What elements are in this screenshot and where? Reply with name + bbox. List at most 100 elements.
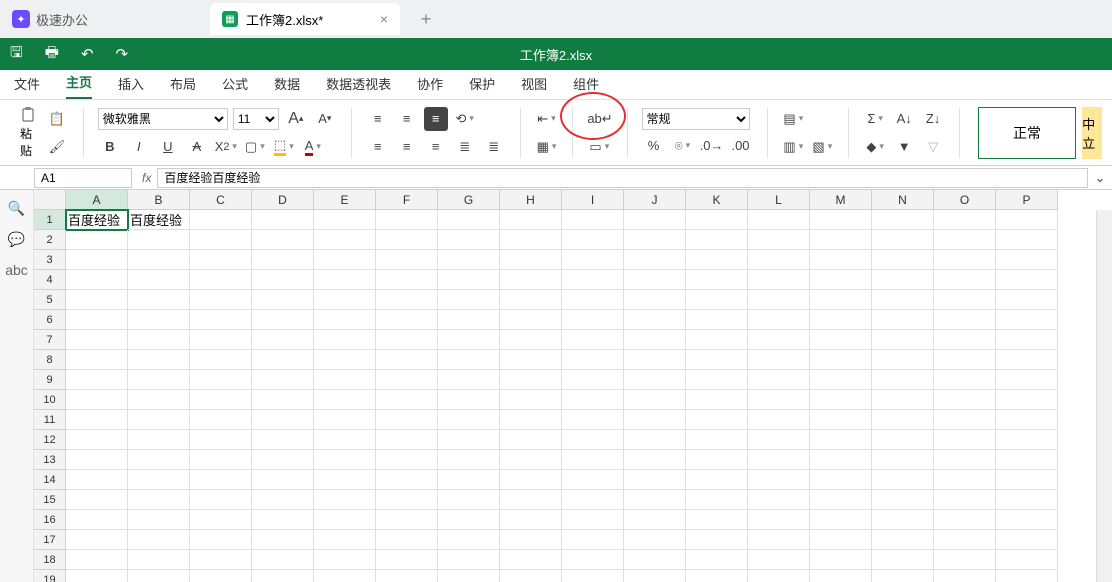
cell-C14[interactable]	[190, 470, 252, 490]
cell-O10[interactable]	[934, 390, 996, 410]
cell-O9[interactable]	[934, 370, 996, 390]
cell-G15[interactable]	[438, 490, 500, 510]
menu-数据[interactable]: 数据	[274, 74, 300, 99]
undo-icon[interactable]: ↶	[81, 45, 94, 63]
col-header-F[interactable]: F	[376, 190, 438, 210]
menu-公式[interactable]: 公式	[222, 74, 248, 99]
cell-I1[interactable]	[562, 210, 624, 230]
menu-组件[interactable]: 组件	[573, 74, 599, 99]
align-middle-icon[interactable]: ≡	[395, 107, 419, 131]
cell-N18[interactable]	[872, 550, 934, 570]
cell-I9[interactable]	[562, 370, 624, 390]
cell-J2[interactable]	[624, 230, 686, 250]
cell-B5[interactable]	[128, 290, 190, 310]
cell-B12[interactable]	[128, 430, 190, 450]
cell-E17[interactable]	[314, 530, 376, 550]
cell-G3[interactable]	[438, 250, 500, 270]
wrap-text-icon[interactable]: ab↵	[587, 107, 612, 131]
decrease-decimal-icon[interactable]: .00	[729, 134, 753, 158]
cell-O14[interactable]	[934, 470, 996, 490]
cell-K19[interactable]	[686, 570, 748, 582]
cell-B11[interactable]	[128, 410, 190, 430]
cell-L16[interactable]	[748, 510, 810, 530]
cell-D1[interactable]	[252, 210, 314, 230]
cell-C15[interactable]	[190, 490, 252, 510]
format-painter-icon[interactable]: 🖌	[45, 135, 69, 159]
cell-D3[interactable]	[252, 250, 314, 270]
cell-C1[interactable]	[190, 210, 252, 230]
italic-button[interactable]: I	[127, 135, 151, 159]
cell-J1[interactable]	[624, 210, 686, 230]
formula-expand-icon[interactable]: ⌄	[1088, 166, 1112, 190]
cell-P18[interactable]	[996, 550, 1058, 570]
increase-font-icon[interactable]: A▴	[284, 107, 308, 131]
cell-O18[interactable]	[934, 550, 996, 570]
cell-C17[interactable]	[190, 530, 252, 550]
cell-K2[interactable]	[686, 230, 748, 250]
cell-J16[interactable]	[624, 510, 686, 530]
cell-N8[interactable]	[872, 350, 934, 370]
cell-I6[interactable]	[562, 310, 624, 330]
orientation-icon[interactable]: ⟲	[453, 107, 477, 131]
cell-J14[interactable]	[624, 470, 686, 490]
cell-M5[interactable]	[810, 290, 872, 310]
cell-E10[interactable]	[314, 390, 376, 410]
row-header-17[interactable]: 17	[34, 530, 66, 550]
cell-P9[interactable]	[996, 370, 1058, 390]
cell-M3[interactable]	[810, 250, 872, 270]
font-color-button[interactable]: A	[301, 135, 325, 159]
cell-I2[interactable]	[562, 230, 624, 250]
cell-E12[interactable]	[314, 430, 376, 450]
cell-L11[interactable]	[748, 410, 810, 430]
cell-C2[interactable]	[190, 230, 252, 250]
cell-D10[interactable]	[252, 390, 314, 410]
cell-I19[interactable]	[562, 570, 624, 582]
cell-F9[interactable]	[376, 370, 438, 390]
vertical-scrollbar[interactable]	[1096, 210, 1112, 582]
cell-N19[interactable]	[872, 570, 934, 582]
cell-A14[interactable]	[66, 470, 128, 490]
cell-G19[interactable]	[438, 570, 500, 582]
font-size-select[interactable]: 11	[233, 108, 279, 130]
cell-H16[interactable]	[500, 510, 562, 530]
cell-F10[interactable]	[376, 390, 438, 410]
col-header-K[interactable]: K	[686, 190, 748, 210]
cell-M2[interactable]	[810, 230, 872, 250]
cell-M16[interactable]	[810, 510, 872, 530]
new-tab-button[interactable]: +	[414, 9, 438, 30]
cell-H1[interactable]	[500, 210, 562, 230]
cell-I4[interactable]	[562, 270, 624, 290]
cell-F4[interactable]	[376, 270, 438, 290]
cell-E14[interactable]	[314, 470, 376, 490]
cell-F16[interactable]	[376, 510, 438, 530]
cell-C12[interactable]	[190, 430, 252, 450]
cell-F3[interactable]	[376, 250, 438, 270]
cell-J15[interactable]	[624, 490, 686, 510]
cell-O12[interactable]	[934, 430, 996, 450]
cell-G7[interactable]	[438, 330, 500, 350]
menu-保护[interactable]: 保护	[469, 74, 495, 99]
cell-G14[interactable]	[438, 470, 500, 490]
cell-O2[interactable]	[934, 230, 996, 250]
cell-H12[interactable]	[500, 430, 562, 450]
row-header-12[interactable]: 12	[34, 430, 66, 450]
cell-C6[interactable]	[190, 310, 252, 330]
col-header-L[interactable]: L	[748, 190, 810, 210]
cell-L5[interactable]	[748, 290, 810, 310]
cell-P5[interactable]	[996, 290, 1058, 310]
cell-C11[interactable]	[190, 410, 252, 430]
cell-F17[interactable]	[376, 530, 438, 550]
cell-C9[interactable]	[190, 370, 252, 390]
cell-K4[interactable]	[686, 270, 748, 290]
row-header-11[interactable]: 11	[34, 410, 66, 430]
cell-G16[interactable]	[438, 510, 500, 530]
cell-C7[interactable]	[190, 330, 252, 350]
cell-K18[interactable]	[686, 550, 748, 570]
row-header-18[interactable]: 18	[34, 550, 66, 570]
cell-M10[interactable]	[810, 390, 872, 410]
cell-C18[interactable]	[190, 550, 252, 570]
cell-O19[interactable]	[934, 570, 996, 582]
cell-G13[interactable]	[438, 450, 500, 470]
cell-M8[interactable]	[810, 350, 872, 370]
cell-B15[interactable]	[128, 490, 190, 510]
